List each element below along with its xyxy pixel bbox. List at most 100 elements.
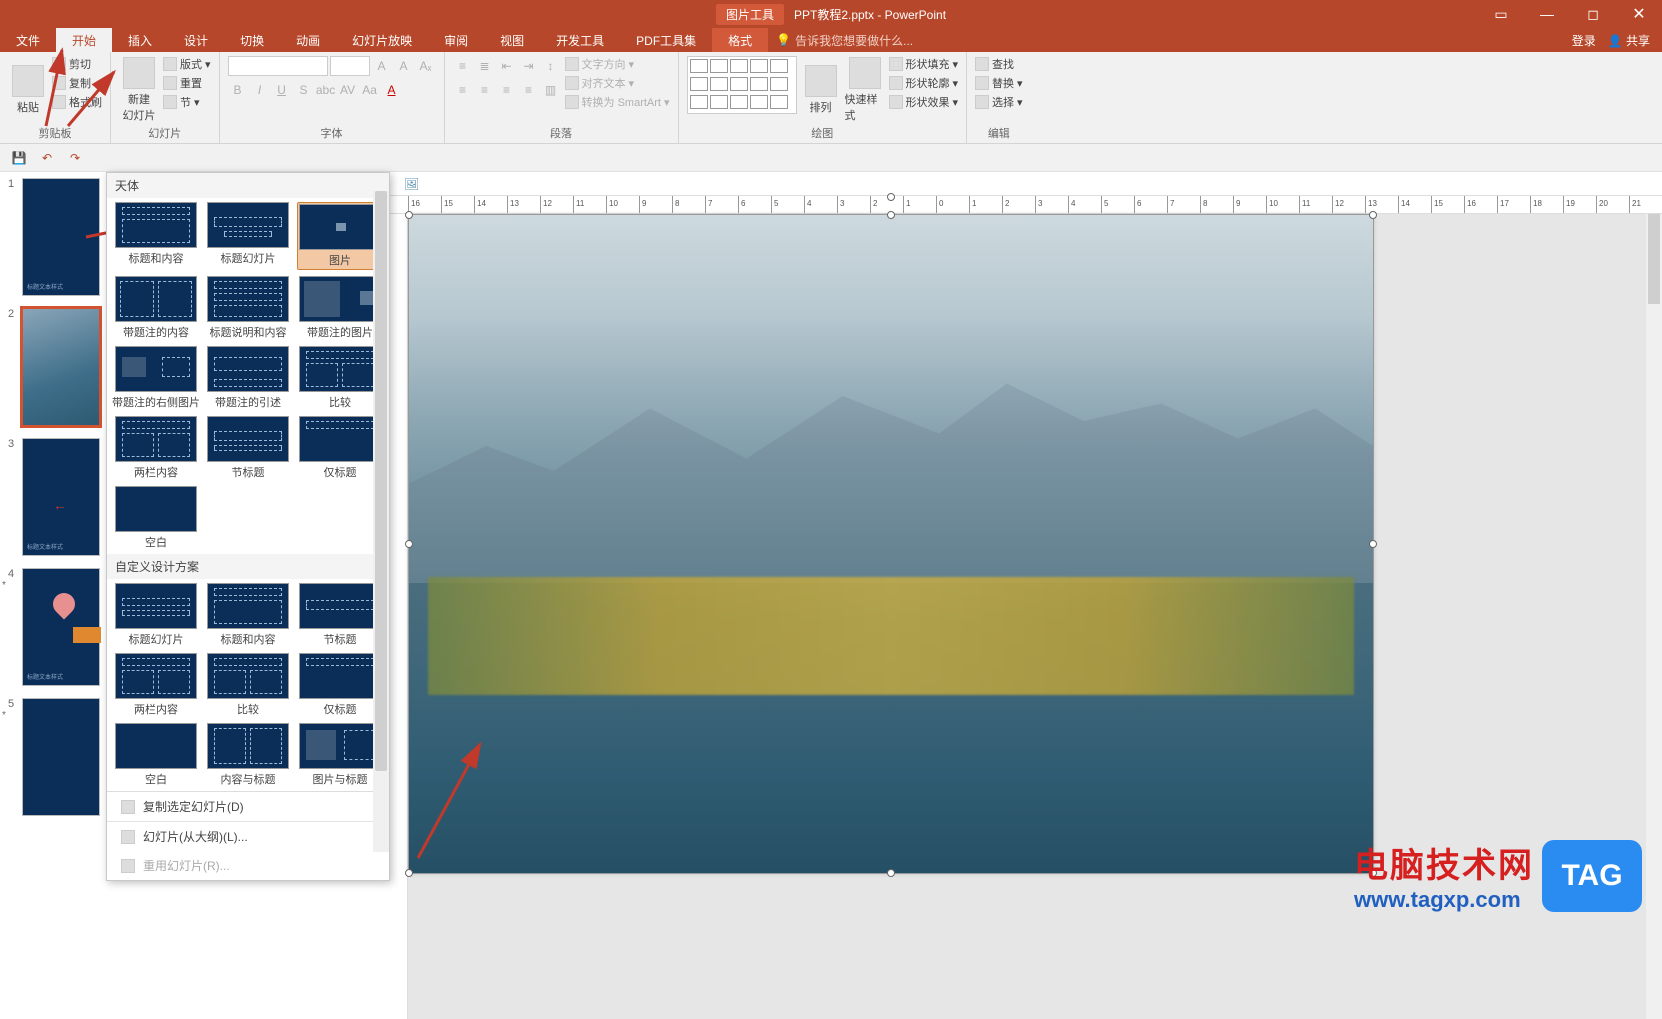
align-text-button[interactable]: 对齐文本 ▾ — [565, 75, 670, 91]
layout-right-picture-caption[interactable]: 带题注的右侧图片 — [113, 346, 199, 410]
gallery-scrollbar[interactable] — [373, 191, 389, 852]
layout-content-caption[interactable]: 带题注的内容 — [113, 276, 199, 340]
slide-thumb-5[interactable]: 5 * — [0, 692, 106, 822]
underline-button[interactable]: U — [272, 80, 292, 100]
bold-button[interactable]: B — [228, 80, 248, 100]
clear-format-icon[interactable]: Aₓ — [416, 56, 436, 76]
paste-button[interactable]: 粘贴 — [8, 56, 48, 123]
slide-thumb-3[interactable]: 3 ←标题文本样式 — [0, 432, 106, 562]
resize-handle-tr[interactable] — [1369, 211, 1377, 219]
rotate-handle[interactable] — [887, 193, 895, 201]
layout-title-desc-content[interactable]: 标题说明和内容 — [205, 276, 291, 340]
share-button[interactable]: 👤 共享 — [1608, 32, 1650, 49]
resize-handle-b[interactable] — [887, 869, 895, 877]
numbering-button[interactable]: ≣ — [475, 56, 495, 76]
tell-me-search[interactable]: 💡 告诉我您想要做什么... — [776, 28, 913, 52]
undo-icon[interactable]: ↶ — [38, 149, 56, 167]
vertical-ruler[interactable] — [390, 214, 408, 1019]
picture-reset-icon[interactable]: 🖼 — [404, 177, 419, 191]
tab-developer[interactable]: 开发工具 — [540, 28, 620, 52]
tab-pdf[interactable]: PDF工具集 — [620, 28, 712, 52]
arrange-button[interactable]: 排列 — [801, 56, 841, 123]
resize-handle-t[interactable] — [887, 211, 895, 219]
shape-outline-button[interactable]: 形状轮廓 ▾ — [889, 75, 959, 91]
layout2-title-only[interactable]: 仅标题 — [297, 653, 383, 717]
tab-insert[interactable]: 插入 — [112, 28, 168, 52]
select-button[interactable]: 选择 ▾ — [975, 94, 1023, 110]
section-button[interactable]: 节 ▾ — [163, 94, 211, 110]
increase-font-icon[interactable]: A — [372, 56, 392, 76]
ribbon-display-options-icon[interactable]: ▭ — [1478, 0, 1524, 28]
shadow-button[interactable]: abc — [316, 80, 336, 100]
find-button[interactable]: 查找 — [975, 56, 1023, 72]
save-icon[interactable]: 💾 — [10, 149, 28, 167]
minimize-button[interactable]: — — [1524, 0, 1570, 28]
layout2-compare[interactable]: 比较 — [205, 653, 291, 717]
bullets-button[interactable]: ≡ — [453, 56, 473, 76]
layout-compare[interactable]: 比较 — [297, 346, 383, 410]
vertical-scrollbar[interactable] — [1646, 214, 1662, 1019]
tab-animations[interactable]: 动画 — [280, 28, 336, 52]
replace-button[interactable]: 替换 ▾ — [975, 75, 1023, 91]
layout-two-content[interactable]: 两栏内容 — [113, 416, 199, 480]
layout2-title-slide[interactable]: 标题幻灯片 — [113, 583, 199, 647]
selected-picture[interactable] — [408, 214, 1374, 874]
layout2-blank[interactable]: 空白 — [113, 723, 199, 787]
layout2-section-header[interactable]: 节标题 — [297, 583, 383, 647]
quick-styles-button[interactable]: 快速样式 — [845, 56, 885, 123]
slide-thumb-2[interactable]: 2 — [0, 302, 106, 432]
font-size-select[interactable] — [330, 56, 370, 76]
align-center-button[interactable]: ≡ — [475, 80, 495, 100]
horizontal-ruler[interactable]: 1615141312111098765432101234567891011121… — [390, 196, 1662, 214]
layout-button[interactable]: 版式 ▾ — [163, 56, 211, 72]
tab-review[interactable]: 审阅 — [428, 28, 484, 52]
layout-quote-caption[interactable]: 带题注的引述 — [205, 346, 291, 410]
layout-section-header[interactable]: 节标题 — [205, 416, 291, 480]
redo-icon[interactable]: ↷ — [66, 149, 84, 167]
shape-effects-button[interactable]: 形状效果 ▾ — [889, 94, 959, 110]
reset-button[interactable]: 重置 — [163, 75, 211, 91]
duplicate-slides-item[interactable]: 复制选定幻灯片(D) — [107, 792, 389, 821]
resize-handle-r[interactable] — [1369, 540, 1377, 548]
close-button[interactable]: ✕ — [1616, 0, 1662, 28]
smartart-button[interactable]: 转换为 SmartArt ▾ — [565, 94, 670, 110]
copy-button[interactable]: 复制 — [52, 75, 102, 91]
slide-thumb-1[interactable]: 1 标题文本样式 — [0, 172, 106, 302]
layout2-content-title[interactable]: 内容与标题 — [205, 723, 291, 787]
maximize-button[interactable]: ◻ — [1570, 0, 1616, 28]
align-left-button[interactable]: ≡ — [453, 80, 473, 100]
case-button[interactable]: Aa — [360, 80, 380, 100]
resize-handle-tl[interactable] — [405, 211, 413, 219]
font-color-button[interactable]: A — [382, 80, 402, 100]
indent-decrease-button[interactable]: ⇤ — [497, 56, 517, 76]
indent-increase-button[interactable]: ⇥ — [519, 56, 539, 76]
tab-file[interactable]: 文件 — [0, 28, 56, 52]
tab-home[interactable]: 开始 — [56, 28, 112, 52]
align-right-button[interactable]: ≡ — [497, 80, 517, 100]
tab-design[interactable]: 设计 — [168, 28, 224, 52]
justify-button[interactable]: ≡ — [519, 80, 539, 100]
layout-title-only[interactable]: 仅标题 — [297, 416, 383, 480]
columns-button[interactable]: ▥ — [541, 80, 561, 100]
layout2-picture-title[interactable]: 图片与标题 — [297, 723, 383, 787]
shape-fill-button[interactable]: 形状填充 ▾ — [889, 56, 959, 72]
font-family-select[interactable] — [228, 56, 328, 76]
resize-handle-l[interactable] — [405, 540, 413, 548]
slides-from-outline-item[interactable]: 幻灯片(从大纲)(L)... — [107, 822, 389, 851]
cut-button[interactable]: 剪切 — [52, 56, 102, 72]
slide-thumb-4[interactable]: 4 * 标题文本样式 — [0, 562, 106, 692]
tab-transitions[interactable]: 切换 — [224, 28, 280, 52]
layout-picture[interactable]: 图片 — [297, 202, 383, 270]
line-spacing-button[interactable]: ↕ — [541, 56, 561, 76]
spacing-button[interactable]: AV — [338, 80, 358, 100]
layout-title-slide[interactable]: 标题幻灯片 — [205, 202, 291, 270]
layout-blank[interactable]: 空白 — [113, 486, 199, 550]
layout2-two-content[interactable]: 两栏内容 — [113, 653, 199, 717]
tab-view[interactable]: 视图 — [484, 28, 540, 52]
decrease-font-icon[interactable]: A — [394, 56, 414, 76]
layout2-title-content[interactable]: 标题和内容 — [205, 583, 291, 647]
slide-panel[interactable]: 1 标题文本样式 2 3 ←标题文本样式 4 * 标题文本样式 5 * — [0, 172, 106, 1019]
layout-title-content[interactable]: 标题和内容 — [113, 202, 199, 270]
text-direction-button[interactable]: 文字方向 ▾ — [565, 56, 670, 72]
italic-button[interactable]: I — [250, 80, 270, 100]
